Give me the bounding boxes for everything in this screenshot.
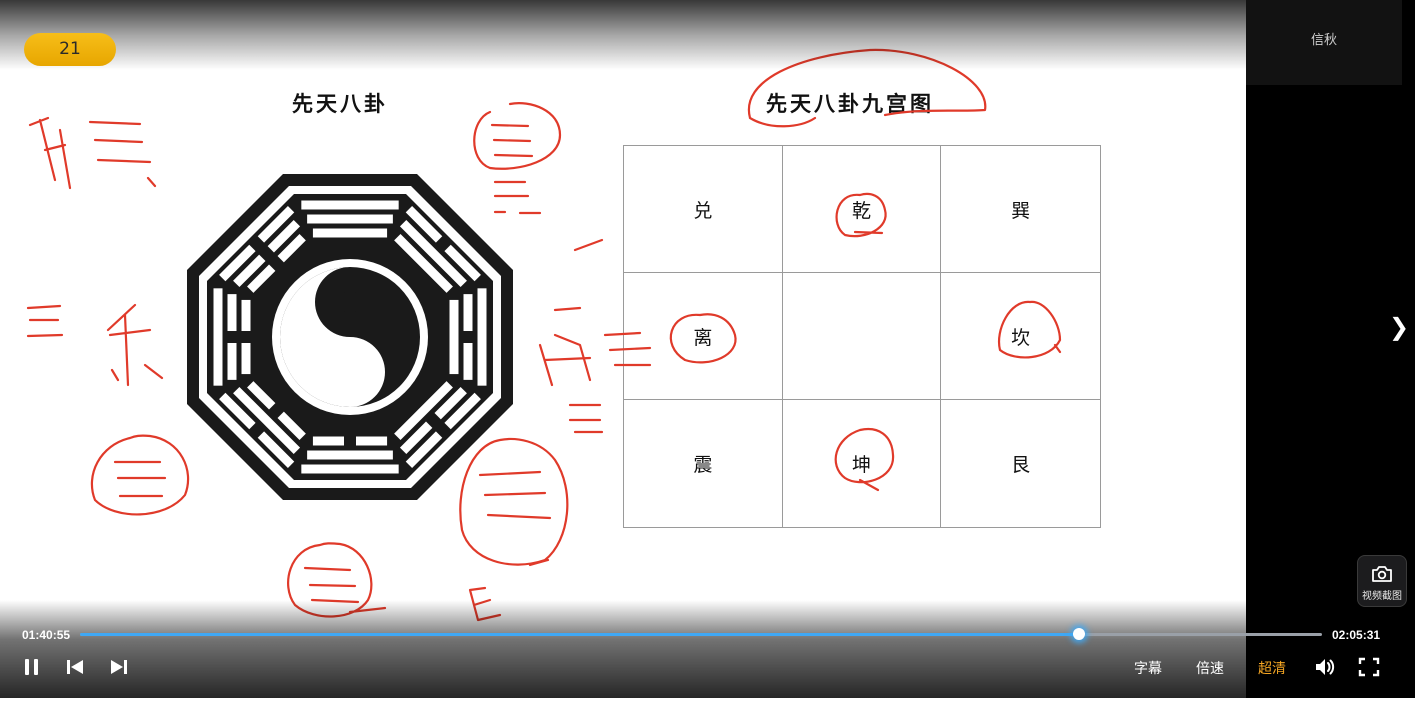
side-panel: 信秋 ❯ 视频截图 (1246, 0, 1415, 698)
quality-button[interactable]: 超清 (1258, 658, 1286, 678)
grid-cell-gen: 艮 (1011, 454, 1031, 476)
bottom-strip (0, 698, 1415, 703)
grid-cell-kun: 坤 (783, 400, 942, 527)
grid-cell-qian: 乾 (782, 146, 942, 273)
screenshot-label: 视频截图 (1362, 591, 1402, 602)
bagua-diagram (187, 174, 513, 500)
volume-icon[interactable] (1313, 656, 1337, 678)
progress-fill (80, 633, 1080, 636)
grid-cell-kan: 坎 (941, 273, 1100, 400)
subtitle-button[interactable]: 字幕 (1134, 658, 1162, 678)
nine-palace-grid: 兑 乾 巽 离 坎 震 坤 艮 (623, 145, 1101, 528)
next-icon[interactable] (107, 656, 131, 678)
panel-tab[interactable]: 信秋 (1246, 0, 1402, 85)
fullscreen-icon[interactable] (1357, 656, 1381, 678)
progress-bar[interactable] (80, 628, 1322, 640)
speed-button[interactable]: 倍速 (1196, 658, 1224, 678)
slide-title-left: 先天八卦 (292, 91, 388, 116)
slide-title-right: 先天八卦九宫图 (766, 91, 934, 116)
previous-icon[interactable] (63, 656, 87, 678)
grid-cell-li: 离 (624, 273, 783, 400)
progress-handle[interactable] (1073, 628, 1086, 640)
grid-cell-center (782, 273, 942, 400)
grid-cell-xun: 巽 (941, 146, 1100, 273)
grid-cell-dui: 兑 (624, 146, 783, 273)
current-time: 01:40:55 (22, 628, 71, 642)
player-controls: 01:40:55 02:05:31 字幕 倍速 超清 (0, 620, 1415, 698)
chapter-badge: 21 (24, 33, 116, 66)
trigram (301, 200, 399, 238)
chevron-right-icon[interactable]: ❯ (1389, 313, 1409, 341)
total-time: 02:05:31 (1332, 628, 1381, 642)
pause-icon[interactable] (20, 656, 44, 678)
video-area[interactable]: 先天八卦 先天八卦九宫图 兑 乾 巽 离 坎 震 坤 艮 21 (0, 0, 1246, 698)
top-overlay (0, 0, 1246, 70)
screenshot-button[interactable]: 视频截图 (1357, 555, 1407, 607)
camera-icon (1372, 566, 1392, 582)
grid-cell-zhen: 震 (624, 400, 783, 527)
